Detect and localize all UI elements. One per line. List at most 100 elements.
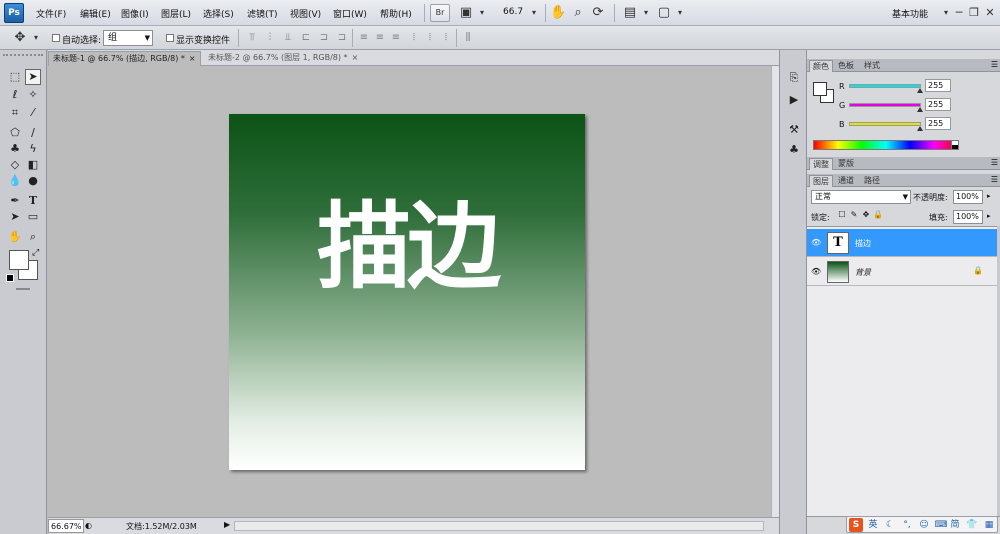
layer-name[interactable]: 描边 <box>855 238 871 249</box>
restore-button[interactable]: ❐ <box>967 6 981 20</box>
layer-row-stroke-text[interactable]: 👁 T 描边 <box>807 229 997 257</box>
ime-language-toggle[interactable]: 英 <box>866 518 880 532</box>
history-brush-icon[interactable]: ϟ <box>25 141 41 157</box>
color-panel-foreground[interactable] <box>813 82 827 96</box>
crop-tool-icon[interactable]: ⌗ <box>7 105 23 121</box>
panel-menu-icon[interactable]: ☰ <box>991 60 998 69</box>
workspace-switcher[interactable]: 基本功能 <box>892 7 928 20</box>
eraser-icon[interactable]: ◇ <box>7 157 23 173</box>
dodge-tool-icon[interactable]: ● <box>25 173 41 189</box>
lasso-tool-icon[interactable]: ℓ <box>7 87 23 103</box>
blue-channel-slider[interactable] <box>849 122 921 126</box>
tab-adjustments[interactable]: 调整 <box>809 158 833 170</box>
distribute-hcenter-icon[interactable]: ⦙ <box>424 32 436 44</box>
auto-select-dropdown[interactable]: 组 ▼ <box>103 30 153 46</box>
eyedropper-icon[interactable]: ⁄ <box>25 105 41 121</box>
screen-mode-icon[interactable]: ▣ <box>458 5 474 21</box>
lock-transparent-icon[interactable]: ☐ <box>837 210 847 220</box>
color-spectrum-bar[interactable] <box>813 140 959 150</box>
default-colors-icon[interactable] <box>6 274 14 282</box>
tab-document-2[interactable]: 未标题-2 @ 66.7% (图层 1, RGB/8) * × <box>204 51 362 66</box>
status-menu-arrow[interactable]: ▶ <box>224 520 230 529</box>
moon-icon[interactable]: ☾ <box>883 518 897 532</box>
distribute-right-icon[interactable]: ⦙ <box>440 32 452 44</box>
brush-tool-icon[interactable]: ∕ <box>25 125 41 141</box>
swap-colors-icon[interactable]: ⤢ <box>32 248 39 258</box>
align-vcenter-icon[interactable]: ⫶ <box>264 32 276 44</box>
chevron-down-icon[interactable]: ▾ <box>672 5 688 21</box>
blue-channel-value[interactable]: 255 <box>925 117 951 130</box>
black-white-swatch[interactable] <box>951 140 959 150</box>
healing-brush-icon[interactable]: ⬠ <box>7 125 23 141</box>
lock-all-icon[interactable]: 🔒 <box>873 210 883 220</box>
history-panel-icon[interactable]: ⎘ <box>786 70 802 86</box>
tab-paths[interactable]: 路径 <box>861 175 883 187</box>
screen-mode-icon[interactable]: ▢ <box>656 5 672 21</box>
lock-position-icon[interactable]: ✥ <box>861 210 871 220</box>
bridge-button[interactable]: Br <box>430 4 450 22</box>
close-button[interactable]: ✕ <box>983 6 997 20</box>
menu-layer[interactable]: 图层(L) <box>161 7 191 20</box>
slider-thumb[interactable] <box>917 107 923 112</box>
slider-thumb[interactable] <box>917 88 923 93</box>
auto-align-layers-icon[interactable]: ⫼ <box>462 32 474 44</box>
chevron-right-icon[interactable]: ▸ <box>987 192 991 200</box>
red-channel-value[interactable]: 255 <box>925 79 951 92</box>
panel-menu-icon[interactable]: ☰ <box>991 175 998 184</box>
rotate-view-icon[interactable]: ⟳ <box>590 5 606 21</box>
align-hcenter-icon[interactable]: ⊐ <box>318 32 330 44</box>
marquee-tool-icon[interactable]: ⬚ <box>7 69 23 85</box>
ime-simplified-toggle[interactable]: 简 <box>948 518 962 532</box>
tab-swatches[interactable]: 色板 <box>835 60 857 72</box>
chevron-right-icon[interactable]: ▸ <box>987 212 991 220</box>
pen-tool-icon[interactable]: ✒ <box>7 193 23 209</box>
panel-menu-icon[interactable]: ☰ <box>991 158 998 167</box>
minimize-button[interactable]: ─ <box>952 6 966 20</box>
tool-presets-icon[interactable]: ⚒ <box>786 122 802 138</box>
emoji-icon[interactable]: ☺ <box>917 518 931 532</box>
toolbox-grip[interactable] <box>3 54 43 62</box>
menu-help[interactable]: 帮助(H) <box>380 7 412 20</box>
vertical-scrollbar[interactable] <box>771 66 779 517</box>
quick-mask-icon[interactable] <box>16 288 30 290</box>
lock-image-icon[interactable]: ✎ <box>849 210 859 220</box>
sogou-logo-icon[interactable]: S <box>849 518 863 532</box>
red-channel-slider[interactable] <box>849 84 921 88</box>
distribute-top-icon[interactable]: ≡ <box>358 32 370 44</box>
tab-channels[interactable]: 通道 <box>835 175 857 187</box>
actions-panel-icon[interactable]: ▶ <box>786 92 802 108</box>
chevron-down-icon[interactable]: ▾ <box>638 5 654 21</box>
horizontal-scrollbar[interactable] <box>234 521 764 531</box>
tab-document-1[interactable]: 未标题-1 @ 66.7% (描边, RGB/8) * × <box>48 51 201 66</box>
distribute-vcenter-icon[interactable]: ≡ <box>374 32 386 44</box>
canvas-text-layer[interactable]: 描边 <box>229 192 585 302</box>
chevron-down-icon[interactable]: ▾ <box>28 30 44 46</box>
distribute-bottom-icon[interactable]: ≡ <box>390 32 402 44</box>
layer-name[interactable]: 背景 <box>855 267 871 278</box>
menu-file[interactable]: 文件(F) <box>36 7 66 20</box>
chevron-down-icon[interactable]: ▾ <box>474 5 490 21</box>
clone-source-icon[interactable]: ♣ <box>786 142 802 158</box>
path-selection-icon[interactable]: ➤ <box>7 209 23 225</box>
gradient-tool-icon[interactable]: ◧ <box>25 157 41 173</box>
shape-tool-icon[interactable]: ▭ <box>25 209 41 225</box>
tools-icon[interactable]: ▦ <box>982 518 996 532</box>
slider-thumb[interactable] <box>917 126 923 131</box>
align-top-icon[interactable]: ⫪ <box>246 32 258 44</box>
menu-edit[interactable]: 编辑(E) <box>80 7 111 20</box>
zoom-field[interactable]: 66.67% <box>48 519 84 533</box>
zoom-tool-icon[interactable]: ⌕ <box>570 5 586 21</box>
menu-view[interactable]: 视图(V) <box>290 7 321 20</box>
clone-stamp-icon[interactable]: ♣ <box>7 141 23 157</box>
menu-image[interactable]: 图像(I) <box>121 7 149 20</box>
document-canvas[interactable]: 描边 <box>229 114 585 470</box>
type-tool-icon[interactable]: T <box>25 193 41 209</box>
zoom-options-icon[interactable]: ◐ <box>85 520 95 532</box>
green-channel-value[interactable]: 255 <box>925 98 951 111</box>
distribute-left-icon[interactable]: ⦙ <box>408 32 420 44</box>
opacity-field[interactable]: 100% <box>953 190 983 204</box>
close-icon[interactable]: × <box>352 53 359 62</box>
tab-layers[interactable]: 图层 <box>809 175 833 187</box>
menu-select[interactable]: 选择(S) <box>203 7 234 20</box>
auto-select-checkbox[interactable] <box>52 34 60 42</box>
